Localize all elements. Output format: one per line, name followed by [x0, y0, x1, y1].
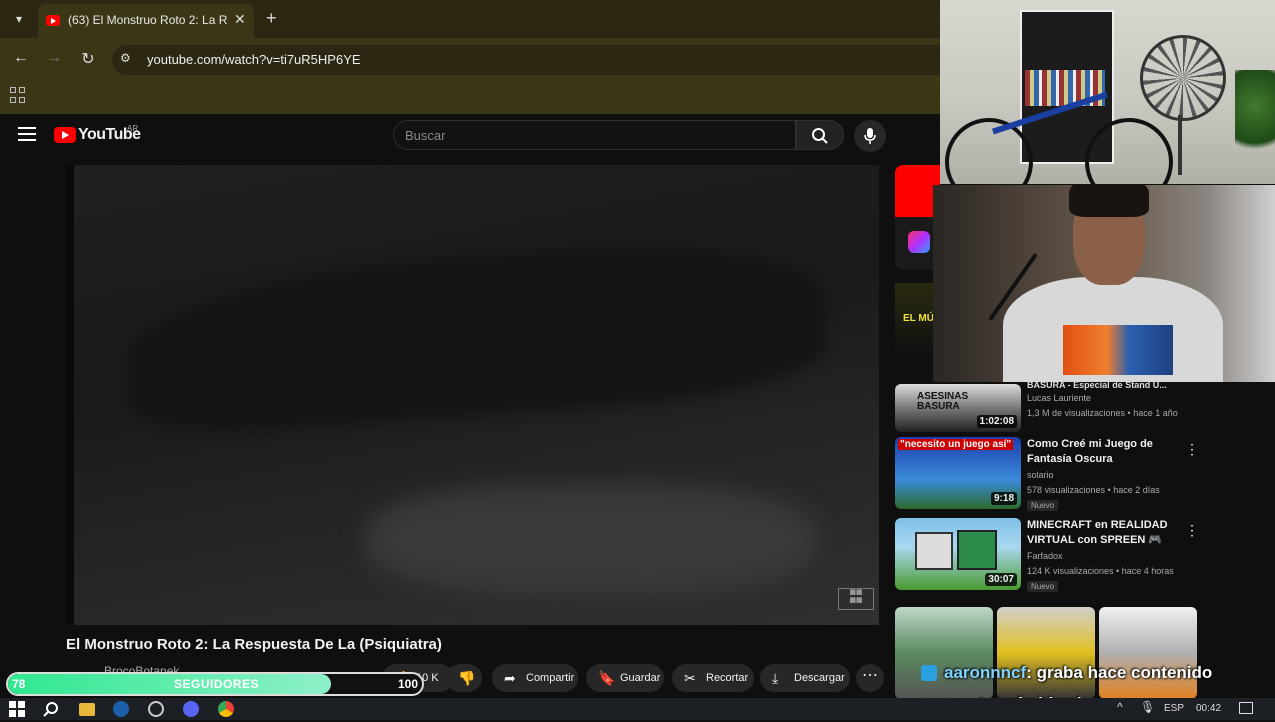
recommendation-channel[interactable]: Lucas Lauriente — [1027, 393, 1091, 403]
thumbnail-text: ASESINAS BASURA — [917, 391, 969, 412]
short-thumbnail[interactable] — [895, 607, 993, 699]
url-text[interactable]: youtube.com/watch?v=ti7uR5HP6YE — [147, 52, 361, 67]
browser-tab[interactable]: (63) El Monstruo Roto 2: La Respuesta De… — [38, 4, 254, 38]
sidebar-partial-thumbnail[interactable]: EL MÚ — [895, 283, 935, 353]
recommendation-meta: 578 visualizaciones • hace 2 días — [1027, 485, 1160, 495]
recommendation-channel[interactable]: solario — [1027, 470, 1054, 480]
chat-username: aaronnncf — [944, 663, 1027, 682]
search-input[interactable] — [393, 120, 796, 150]
followers-goal: 100 — [398, 677, 419, 691]
chat-text: : graba hace contenido — [1026, 663, 1213, 682]
youtube-favicon-icon — [46, 15, 60, 26]
recommendation-meta: 1,3 M de visualizaciones • hace 1 año — [1027, 408, 1178, 418]
save-button[interactable]: 🔖 Guardar — [586, 664, 664, 692]
video-player[interactable] — [66, 165, 879, 625]
creative-cloud-icon — [908, 231, 930, 253]
notification-center-icon[interactable] — [1239, 702, 1253, 714]
bookmark-icon: 🔖 — [598, 670, 616, 686]
followers-label: SEGUIDORES — [174, 677, 260, 691]
thumbnail-text: "necesito un juego así" — [898, 439, 1014, 450]
video-duration: 1:02:08 — [976, 415, 1017, 428]
input-language[interactable]: ESP — [1164, 703, 1184, 714]
voice-search-button[interactable] — [854, 120, 886, 152]
video-duration: 9:18 — [990, 492, 1017, 505]
search-placeholder: Buscar — [405, 128, 446, 143]
video-thumbnail[interactable]: 30:07 — [895, 518, 1021, 590]
video-watermark-logo: ▦▦ ▦▦ — [838, 588, 874, 610]
taskbar-search-icon[interactable] — [43, 701, 59, 717]
share-arrow-icon: ➦ — [504, 670, 516, 686]
microphone-icon — [864, 128, 876, 144]
video-duration: 30:07 — [985, 573, 1017, 586]
recommendation-card[interactable]: 30:07 MINECRAFT en REALIDAD VIRTUAL con … — [895, 518, 1225, 592]
tab-search-chevron-icon[interactable]: ▾ — [8, 9, 30, 29]
tab-title: (63) El Monstruo Roto 2: La Respuesta De… — [68, 13, 228, 27]
reload-icon[interactable]: ↻ — [77, 49, 99, 69]
obs-icon[interactable] — [148, 701, 164, 717]
forward-arrow-icon[interactable]: → — [43, 49, 65, 67]
webcam-room-feed — [940, 0, 1275, 184]
followers-current: 78 — [12, 677, 26, 691]
share-button[interactable]: ➦ Compartir — [492, 664, 578, 692]
recommendation-title[interactable]: MINECRAFT en REALIDAD VIRTUAL con SPREEN… — [1027, 518, 1187, 548]
back-arrow-icon[interactable]: ← — [10, 49, 32, 67]
youtube-logo-icon[interactable] — [54, 127, 76, 143]
new-tab-button[interactable]: + — [266, 8, 277, 29]
more-vert-icon[interactable]: ⋮ — [1185, 441, 1199, 458]
new-badge: Nuevo — [1027, 500, 1059, 511]
followers-progress-fill — [8, 674, 331, 694]
clip-label: Recortar — [706, 672, 749, 684]
share-label: Compartir — [526, 672, 575, 684]
search-icon — [812, 128, 828, 144]
steam-icon[interactable] — [113, 701, 129, 717]
windows-start-icon[interactable] — [9, 701, 25, 717]
bookmarks-bar — [0, 80, 940, 114]
country-code: AR — [127, 124, 139, 133]
chat-message-line1: aaronnncf: graba hace contenido — [944, 663, 1212, 683]
search-button[interactable] — [796, 120, 844, 150]
discord-icon[interactable] — [183, 701, 199, 717]
more-actions-icon[interactable]: ⋯ — [856, 664, 884, 692]
hamburger-menu-icon[interactable] — [18, 127, 36, 143]
minecraft-character — [957, 530, 997, 570]
short-thumbnail[interactable] — [997, 607, 1095, 699]
taskbar-clock[interactable]: 00:42 — [1196, 703, 1221, 714]
apps-grid-icon[interactable] — [10, 87, 26, 103]
save-label: Guardar — [620, 672, 661, 684]
download-label: Descargar — [794, 672, 845, 684]
webcam-streamer-feed — [933, 185, 1275, 382]
file-explorer-icon[interactable] — [79, 703, 95, 716]
scissors-icon: ✂ — [684, 670, 696, 686]
chrome-icon[interactable] — [218, 701, 234, 717]
download-button[interactable]: ⤓ Descargar — [760, 664, 850, 692]
more-vert-icon[interactable]: ⋮ — [1185, 522, 1199, 539]
thumbs-down-icon: 👎 — [458, 670, 476, 686]
minecraft-character — [915, 532, 953, 570]
recommendation-title[interactable]: Como Creé mi Juego de Fantasía Oscura — [1027, 437, 1187, 467]
recommendation-channel[interactable]: Farfadox — [1027, 551, 1063, 561]
video-thumbnail[interactable]: "necesito un juego así" 9:18 — [895, 437, 1021, 509]
short-thumbnail[interactable] — [1099, 607, 1197, 699]
download-icon: ⤓ — [772, 670, 779, 686]
new-badge: Nuevo — [1027, 581, 1059, 592]
chat-user-icon — [921, 665, 937, 681]
recommendation-card[interactable]: "necesito un juego así" 9:18 Como Creé m… — [895, 437, 1225, 511]
partial-thumbnail-text: EL MÚ — [903, 313, 934, 324]
site-info-icon[interactable]: ⚙ — [120, 51, 138, 69]
tab-close-icon[interactable]: ✕ — [234, 11, 246, 28]
video-title: El Monstruo Roto 2: La Respuesta De La (… — [66, 636, 442, 653]
shorts-shelf — [895, 607, 1197, 699]
tray-overflow-chevron-icon[interactable]: ^ — [1117, 700, 1123, 714]
tray-microphone-icon[interactable]: 🎙 — [1140, 700, 1155, 714]
dislike-button[interactable]: 👎 — [446, 664, 482, 692]
clip-button[interactable]: ✂ Recortar — [672, 664, 754, 692]
recommendation-meta: 124 K visualizaciones • hace 4 horas — [1027, 566, 1174, 576]
video-thumbnail[interactable]: ASESINAS BASURA 1:02:08 — [895, 384, 1021, 432]
